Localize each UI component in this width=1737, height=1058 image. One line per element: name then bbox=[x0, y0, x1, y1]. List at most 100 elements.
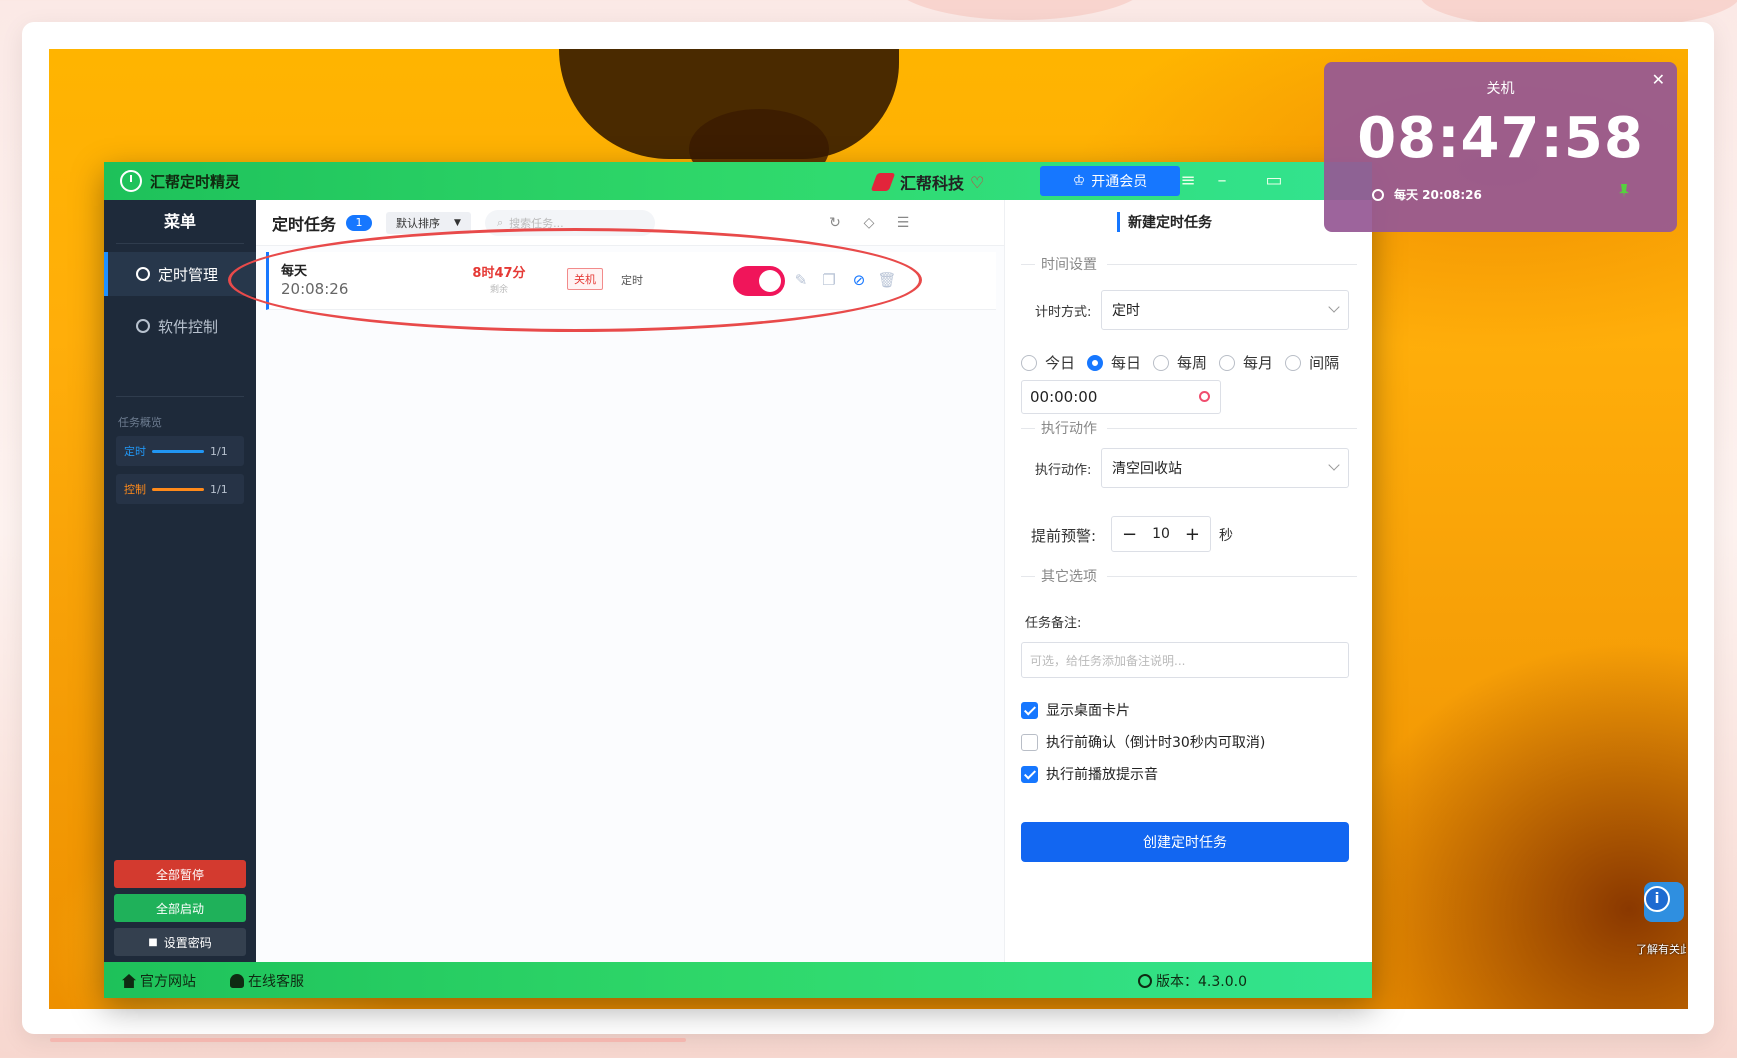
overview-title: 任务概览 bbox=[118, 416, 162, 429]
confirm-before-checkbox[interactable] bbox=[1021, 733, 1038, 751]
checkbox-label: 显示桌面卡片 bbox=[1046, 703, 1130, 719]
vip-button-label: 开通会员 bbox=[1091, 174, 1148, 190]
highlight-annotation bbox=[228, 228, 922, 332]
gear-icon bbox=[136, 319, 150, 333]
checkbox-label: 执行前播放提示音 bbox=[1046, 767, 1158, 783]
minus-icon[interactable]: − bbox=[1122, 524, 1137, 545]
menu-icon[interactable]: ≡ bbox=[1176, 170, 1200, 192]
radio-label: 间隔 bbox=[1309, 354, 1340, 372]
play-sound-option[interactable]: 执行前播放提示音 bbox=[1021, 764, 1158, 784]
radio-monthly[interactable] bbox=[1219, 354, 1236, 371]
refresh-icon bbox=[1138, 974, 1152, 988]
action-label: 执行动作: bbox=[1035, 463, 1092, 478]
version-info: 版本：4.3.0.0 bbox=[1138, 971, 1247, 991]
section-time-settings: 时间设置 bbox=[1021, 254, 1357, 274]
pause-all-button[interactable]: 全部暂停 bbox=[114, 860, 246, 888]
radio-today[interactable] bbox=[1021, 354, 1037, 371]
show-card-checkbox[interactable] bbox=[1021, 701, 1038, 719]
refresh-icon[interactable]: ↻ bbox=[826, 214, 844, 232]
timing-mode-value: 定时 bbox=[1112, 303, 1140, 319]
time-input[interactable]: 00:00:00 bbox=[1021, 380, 1221, 414]
alarm-icon bbox=[1199, 391, 1210, 402]
set-password-button[interactable]: ■ 设置密码 bbox=[114, 928, 246, 956]
sidebar-item-software-control[interactable]: 软件控制 bbox=[104, 304, 256, 348]
online-support-link[interactable]: 在线客服 bbox=[230, 971, 304, 991]
time-value: 00:00:00 bbox=[1030, 388, 1098, 406]
scroll-progress bbox=[50, 1038, 686, 1042]
new-task-title: 新建定时任务 bbox=[1117, 212, 1212, 232]
sidebar: 菜单 定时管理 软件控制 任务概览 定时 1/1 控制 1/1 全部暂停 全部启… bbox=[104, 200, 256, 962]
overview-value: 1/1 bbox=[210, 444, 228, 458]
new-task-panel: 新建定时任务 时间设置 计时方式: 定时 今日 每日 每周 每月 间隔 00:0… bbox=[1004, 200, 1372, 962]
radio-label: 每月 bbox=[1243, 354, 1274, 372]
window-title: 汇帮定时精灵 bbox=[150, 172, 241, 191]
log-icon[interactable]: ☰ bbox=[894, 214, 912, 232]
crown-icon: ♔ bbox=[1072, 173, 1086, 189]
card-action-title: 关机 bbox=[1486, 81, 1515, 97]
clock-icon bbox=[1372, 188, 1384, 201]
overview-value: 1/1 bbox=[210, 482, 228, 496]
card-schedule: 每天 20:08:26 bbox=[1372, 186, 1482, 203]
checkbox-label: 执行前确认（倒计时30秒内可取消) bbox=[1046, 735, 1266, 751]
section-label: 时间设置 bbox=[1041, 257, 1097, 273]
overview-progress bbox=[152, 449, 204, 453]
warn-unit: 秒 bbox=[1219, 528, 1233, 544]
app-window: 汇帮定时精灵 汇帮科技 ♡ ♔ 开通会员 ≡ – ▭ 菜单 定时管理 软件控制 … bbox=[104, 162, 1372, 998]
warn-stepper[interactable]: − 10 + bbox=[1111, 516, 1211, 552]
sort-label: 默认排序 bbox=[396, 216, 441, 230]
note-placeholder: 可选，给任务添加备注说明... bbox=[1030, 653, 1186, 668]
plus-icon[interactable]: + bbox=[1185, 524, 1200, 545]
menu-title: 菜单 bbox=[116, 200, 244, 244]
radio-weekly[interactable] bbox=[1153, 354, 1170, 371]
alarm-clock-icon bbox=[120, 170, 142, 192]
section-label: 执行动作 bbox=[1041, 421, 1097, 437]
overview-label: 定时 bbox=[124, 445, 146, 458]
pin-icon[interactable] bbox=[1619, 184, 1629, 198]
official-website-link[interactable]: 官方网站 bbox=[122, 971, 196, 991]
note-input[interactable]: 可选，给任务添加备注说明... bbox=[1021, 642, 1349, 678]
sidebar-item-label: 定时管理 bbox=[158, 265, 219, 284]
image-info-text[interactable]: 了解有关此图片的信息 bbox=[1636, 942, 1686, 957]
card-countdown: 08:47:58 bbox=[1357, 106, 1644, 171]
timing-mode-select[interactable]: 定时 bbox=[1101, 290, 1349, 330]
close-icon[interactable]: ✕ bbox=[1652, 70, 1665, 89]
title-bar: 汇帮定时精灵 汇帮科技 ♡ ♔ 开通会员 ≡ – ▭ bbox=[104, 162, 1372, 200]
info-icon[interactable]: i bbox=[1644, 886, 1670, 912]
caret-down-icon: ▼ bbox=[454, 217, 461, 228]
chevron-down-icon bbox=[1328, 459, 1340, 471]
vip-button[interactable]: ♔ 开通会员 bbox=[1040, 166, 1180, 196]
radio-interval[interactable] bbox=[1285, 354, 1302, 371]
chevron-down-icon bbox=[1328, 301, 1340, 313]
action-select[interactable]: 清空回收站 bbox=[1101, 448, 1349, 488]
brand-logo-icon bbox=[870, 173, 896, 191]
home-icon bbox=[122, 974, 136, 988]
confirm-before-option[interactable]: 执行前确认（倒计时30秒内可取消) bbox=[1021, 732, 1265, 752]
heart-icon: ♡ bbox=[970, 172, 985, 192]
show-card-option[interactable]: 显示桌面卡片 bbox=[1021, 700, 1130, 720]
card-schedule-text: 每天 20:08:26 bbox=[1394, 188, 1482, 202]
timing-mode-label: 计时方式: bbox=[1035, 305, 1092, 320]
minimize-icon[interactable]: – bbox=[1210, 170, 1234, 192]
desktop-countdown-card[interactable]: 关机 ✕ 08:47:58 每天 20:08:26 bbox=[1324, 62, 1677, 232]
overview-label: 控制 bbox=[124, 483, 146, 496]
start-all-button[interactable]: 全部启动 bbox=[114, 894, 246, 922]
overview-progress bbox=[152, 487, 204, 491]
warn-label: 提前预警: bbox=[1031, 527, 1097, 545]
clear-icon[interactable]: ◇ bbox=[860, 214, 878, 232]
section-label: 其它选项 bbox=[1041, 569, 1097, 585]
overview-timer: 定时 1/1 bbox=[116, 436, 244, 466]
task-count-badge: 1 bbox=[346, 214, 373, 231]
brand[interactable]: 汇帮科技 ♡ bbox=[870, 170, 985, 194]
search-icon: ⌕ bbox=[496, 215, 504, 229]
brand-name: 汇帮科技 bbox=[900, 174, 965, 193]
radio-label: 每日 bbox=[1111, 354, 1142, 372]
clock-icon bbox=[136, 267, 150, 281]
action-value: 清空回收站 bbox=[1112, 461, 1182, 477]
divider bbox=[116, 396, 244, 397]
radio-daily[interactable] bbox=[1087, 354, 1104, 371]
overview-control: 控制 1/1 bbox=[116, 474, 244, 504]
maximize-icon[interactable]: ▭ bbox=[1262, 170, 1286, 192]
footer-bar: 官方网站 在线客服 版本：4.3.0.0 bbox=[104, 962, 1372, 998]
create-task-button[interactable]: 创建定时任务 bbox=[1021, 822, 1349, 862]
play-sound-checkbox[interactable] bbox=[1021, 765, 1038, 783]
